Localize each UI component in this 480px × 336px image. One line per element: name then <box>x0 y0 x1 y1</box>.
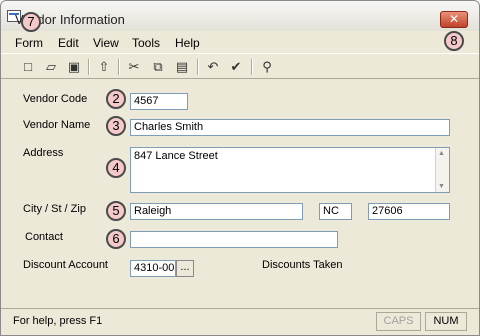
menu-form[interactable]: Form <box>15 36 43 50</box>
vendor-form: Vendor Code 4567 Vendor Name Charles Smi… <box>1 80 479 306</box>
discount-account-field[interactable]: 4310-00 <box>130 260 176 277</box>
up-folder-icon[interactable]: ⇧ <box>95 58 113 76</box>
state-field[interactable]: NC <box>319 203 352 220</box>
undo-icon[interactable]: ↶ <box>204 58 222 76</box>
discount-account-browse-button[interactable]: ... <box>176 260 194 277</box>
menu-help[interactable]: Help <box>175 36 200 50</box>
contact-field[interactable] <box>130 231 338 248</box>
close-button[interactable]: ✕ <box>440 11 468 28</box>
menu-view[interactable]: View <box>93 36 119 50</box>
scroll-up-icon[interactable]: ▲ <box>438 150 445 157</box>
toolbar: □ ▱ ▣ ⇧ ✂ ⧉ ▤ ↶ ✔ ⚲ <box>1 53 479 79</box>
zip-field[interactable]: 27606 <box>368 203 450 220</box>
status-bar: For help, press F1 CAPS NUM <box>1 308 479 335</box>
menu-tools[interactable]: Tools <box>132 36 160 50</box>
vendor-information-window: Vendor Information ✕ Form Edit View Tool… <box>0 0 480 336</box>
city-state-zip-label: City / St / Zip <box>23 203 86 215</box>
toolbar-separator <box>118 59 120 75</box>
new-icon[interactable]: □ <box>19 58 37 76</box>
city-field[interactable]: Raleigh <box>130 203 303 220</box>
find-icon[interactable]: ⚲ <box>258 58 276 76</box>
vendor-code-label: Vendor Code <box>23 93 88 105</box>
address-text: 847 Lance Street <box>134 150 218 162</box>
callout-marker-2: 2 <box>106 89 126 109</box>
open-icon[interactable]: ▱ <box>42 58 60 76</box>
toolbar-separator <box>88 59 90 75</box>
vendor-code-field[interactable]: 4567 <box>130 93 188 110</box>
save-icon[interactable]: ▣ <box>65 58 83 76</box>
address-field[interactable]: 847 Lance Street ▲ ▼ <box>130 147 450 193</box>
toolbar-separator <box>251 59 253 75</box>
callout-marker-5: 5 <box>106 201 126 221</box>
address-scrollbar[interactable]: ▲ ▼ <box>435 148 449 192</box>
discount-account-label: Discount Account <box>23 259 108 271</box>
scroll-down-icon[interactable]: ▼ <box>438 183 445 190</box>
vendor-name-field[interactable]: Charles Smith <box>130 119 450 136</box>
title-bar: Vendor Information ✕ <box>1 1 479 31</box>
address-label: Address <box>23 147 64 159</box>
callout-marker-8: 8 <box>444 31 464 51</box>
toolbar-separator <box>197 59 199 75</box>
num-indicator: NUM <box>425 312 467 331</box>
paste-icon[interactable]: ▤ <box>173 58 191 76</box>
caps-indicator: CAPS <box>376 312 421 331</box>
menu-edit[interactable]: Edit <box>58 36 79 50</box>
callout-marker-4: 4 <box>106 158 126 178</box>
callout-marker-6: 6 <box>106 229 126 249</box>
cut-icon[interactable]: ✂ <box>125 58 143 76</box>
vendor-name-label: Vendor Name <box>23 119 91 131</box>
spellcheck-icon[interactable]: ✔ <box>227 58 245 76</box>
contact-label: Contact <box>25 231 63 243</box>
callout-marker-3: 3 <box>106 116 126 136</box>
status-help-text: For help, press F1 <box>13 315 103 327</box>
copy-icon[interactable]: ⧉ <box>149 58 167 76</box>
callout-marker-7: 7 <box>21 12 41 32</box>
discounts-taken-label: Discounts Taken <box>262 259 343 271</box>
menu-bar: Form Edit View Tools Help <box>1 31 479 53</box>
